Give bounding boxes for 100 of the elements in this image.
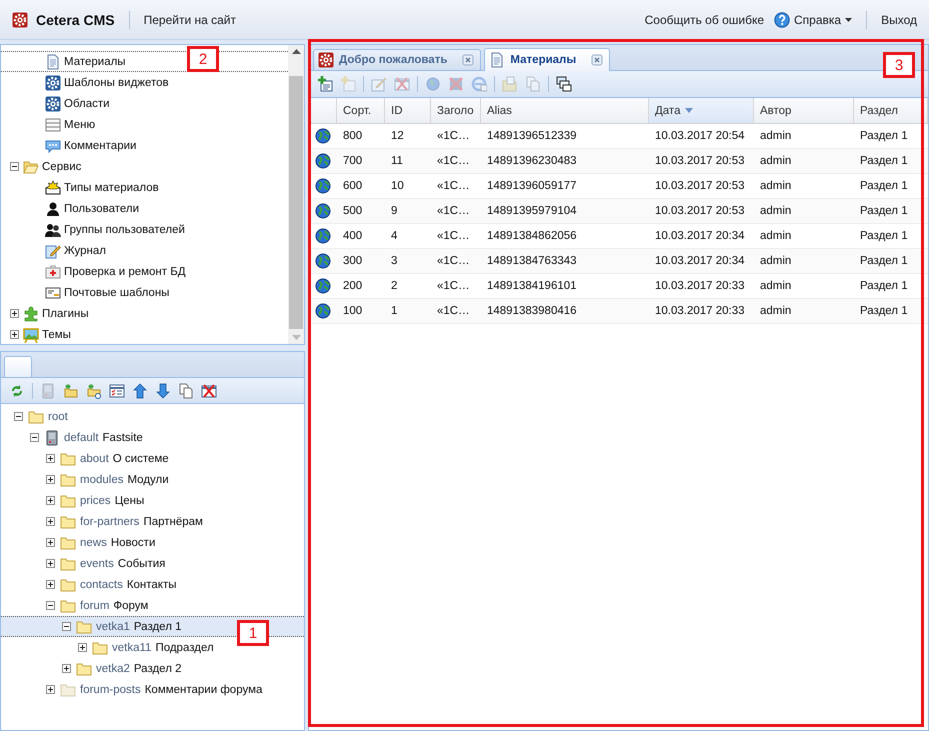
plus-box-icon[interactable] <box>10 330 19 339</box>
plus-box-icon[interactable] <box>46 685 55 694</box>
plus-box-icon[interactable] <box>46 496 55 505</box>
nav-item[interactable]: Сервис <box>42 160 82 172</box>
table-cell: 200 <box>343 280 362 292</box>
nav-item[interactable]: Группы пользователей <box>64 224 185 236</box>
table-cell: «1С… <box>437 305 470 317</box>
table-cell: 10.03.2017 20:53 <box>655 205 745 217</box>
minus-box-icon[interactable] <box>10 162 19 171</box>
scroll-up-icon[interactable] <box>292 49 300 54</box>
node-alias[interactable]: vetka1 <box>96 620 130 632</box>
folder-icon <box>28 408 44 424</box>
node-alias[interactable]: forum <box>80 600 110 612</box>
plus-box-icon[interactable] <box>46 454 55 463</box>
table-cell: admin <box>760 305 792 317</box>
minus-box-icon[interactable] <box>14 412 23 421</box>
nav-item[interactable]: Области <box>64 98 110 110</box>
tab[interactable]: Материалы <box>484 48 610 71</box>
table-row[interactable]: 700 11 «1С… 14891396230483 10.03.2017 20:53 admin Раздел 1 <box>309 149 928 174</box>
table-cell: «1С… <box>437 130 470 142</box>
globe-icon <box>315 203 331 219</box>
node-title[interactable]: Контакты <box>126 578 177 590</box>
column-header[interactable]: ID <box>385 98 431 123</box>
column-header[interactable]: Заголо <box>431 98 481 123</box>
table-row[interactable]: 500 9 «1С… 14891395979104 10.03.2017 20:53 admin Раздел 1 <box>309 199 928 224</box>
column-header[interactable]: Автор <box>754 98 854 123</box>
nav-item[interactable]: Шаблоны виджетов <box>64 76 169 88</box>
callout-number: 2 <box>187 46 219 72</box>
plus-box-icon[interactable] <box>46 517 55 526</box>
node-alias[interactable]: events <box>80 558 114 570</box>
nav-item[interactable]: Темы <box>42 328 71 340</box>
node-title[interactable]: О системе <box>112 452 169 464</box>
nav-item[interactable]: Плагины <box>42 308 89 320</box>
node-title[interactable]: Fastsite <box>102 432 143 444</box>
node-title[interactable]: Модули <box>127 474 169 486</box>
plus-box-icon[interactable] <box>62 664 71 673</box>
nav-item[interactable]: Почтовые шаблоны <box>64 286 170 298</box>
folder-icon <box>60 472 76 488</box>
node-alias[interactable]: vetka11 <box>112 642 152 654</box>
minus-box-icon[interactable] <box>46 601 55 610</box>
export-icon <box>502 76 518 92</box>
table-cell: 10.03.2017 20:33 <box>655 280 745 292</box>
minus-box-icon[interactable] <box>62 622 71 631</box>
browser-icon <box>471 76 487 92</box>
folder-icon <box>60 576 76 592</box>
site-link[interactable]: Перейти на сайт <box>144 12 236 26</box>
node-alias[interactable]: about <box>80 452 109 464</box>
node-title[interactable]: Форум <box>113 600 148 612</box>
node-title[interactable]: Комментарии форума <box>144 684 262 696</box>
table-cell: Раздел 1 <box>860 280 908 292</box>
gear-icon <box>45 74 61 90</box>
table-row[interactable]: 300 3 «1С… 14891384763343 10.03.2017 20:34 admin Раздел 1 <box>309 249 928 274</box>
node-title[interactable]: Подраздел <box>155 642 214 654</box>
report-error-link[interactable]: Сообщить об ошибке <box>644 12 764 26</box>
node-alias[interactable]: default <box>64 432 99 444</box>
column-header[interactable]: Дата <box>649 98 754 123</box>
column-header[interactable]: Сорт. <box>337 98 385 123</box>
nav-item[interactable]: Проверка и ремонт БД <box>64 266 186 278</box>
plus-box-icon[interactable] <box>46 475 55 484</box>
node-title[interactable]: Партнёрам <box>143 516 203 528</box>
nav-item[interactable]: Комментарии <box>64 140 136 152</box>
minus-box-icon[interactable] <box>30 433 39 442</box>
node-alias[interactable]: for-partners <box>80 516 140 528</box>
up-arrow-icon <box>132 382 148 398</box>
node-title[interactable]: События <box>118 558 166 570</box>
logo-icon <box>318 52 334 68</box>
plus-box-icon[interactable] <box>46 580 55 589</box>
table-row[interactable]: 100 1 «1С… 14891383980416 10.03.2017 20:33 admin Раздел 1 <box>309 299 928 324</box>
table-cell: admin <box>760 205 792 217</box>
table-cell: «1С… <box>437 230 470 242</box>
node-alias[interactable]: news <box>80 536 107 548</box>
table-cell: 100 <box>343 305 362 317</box>
plus-box-icon[interactable] <box>78 643 87 652</box>
nav-item[interactable]: Меню <box>64 118 96 130</box>
logout-link[interactable]: Выход <box>881 12 917 26</box>
node-title[interactable]: Новости <box>110 536 156 548</box>
table-cell: «1С… <box>437 280 470 292</box>
plus-box-icon[interactable] <box>10 309 19 318</box>
table-cell: 12 <box>391 130 404 142</box>
node-title[interactable]: Раздел 2 <box>134 662 182 674</box>
nav-item[interactable]: Типы материалов <box>64 182 159 194</box>
folder-icon <box>60 598 76 614</box>
plus-box-icon[interactable] <box>46 559 55 568</box>
node-alias[interactable]: prices <box>80 494 111 506</box>
plus-box-icon[interactable] <box>46 538 55 547</box>
nav-item[interactable]: Пользователи <box>64 202 140 214</box>
nav-item[interactable]: Материалы <box>64 56 126 68</box>
node-alias[interactable]: root <box>48 410 68 422</box>
scrollbar[interactable] <box>288 45 304 344</box>
node-title[interactable]: Раздел 1 <box>134 620 182 632</box>
node-title[interactable]: Цены <box>114 494 144 506</box>
node-alias[interactable]: modules <box>80 474 124 486</box>
starburst-icon <box>45 180 61 196</box>
nav-item[interactable]: Журнал <box>64 244 106 256</box>
node-alias[interactable]: vetka2 <box>96 662 130 674</box>
column-header[interactable]: Раздел <box>854 98 928 123</box>
node-alias[interactable]: forum-posts <box>80 684 141 696</box>
help-menu-button[interactable]: Справка <box>774 12 852 28</box>
node-alias[interactable]: contacts <box>80 578 123 590</box>
tab[interactable]: Добро пожаловать <box>313 49 482 70</box>
